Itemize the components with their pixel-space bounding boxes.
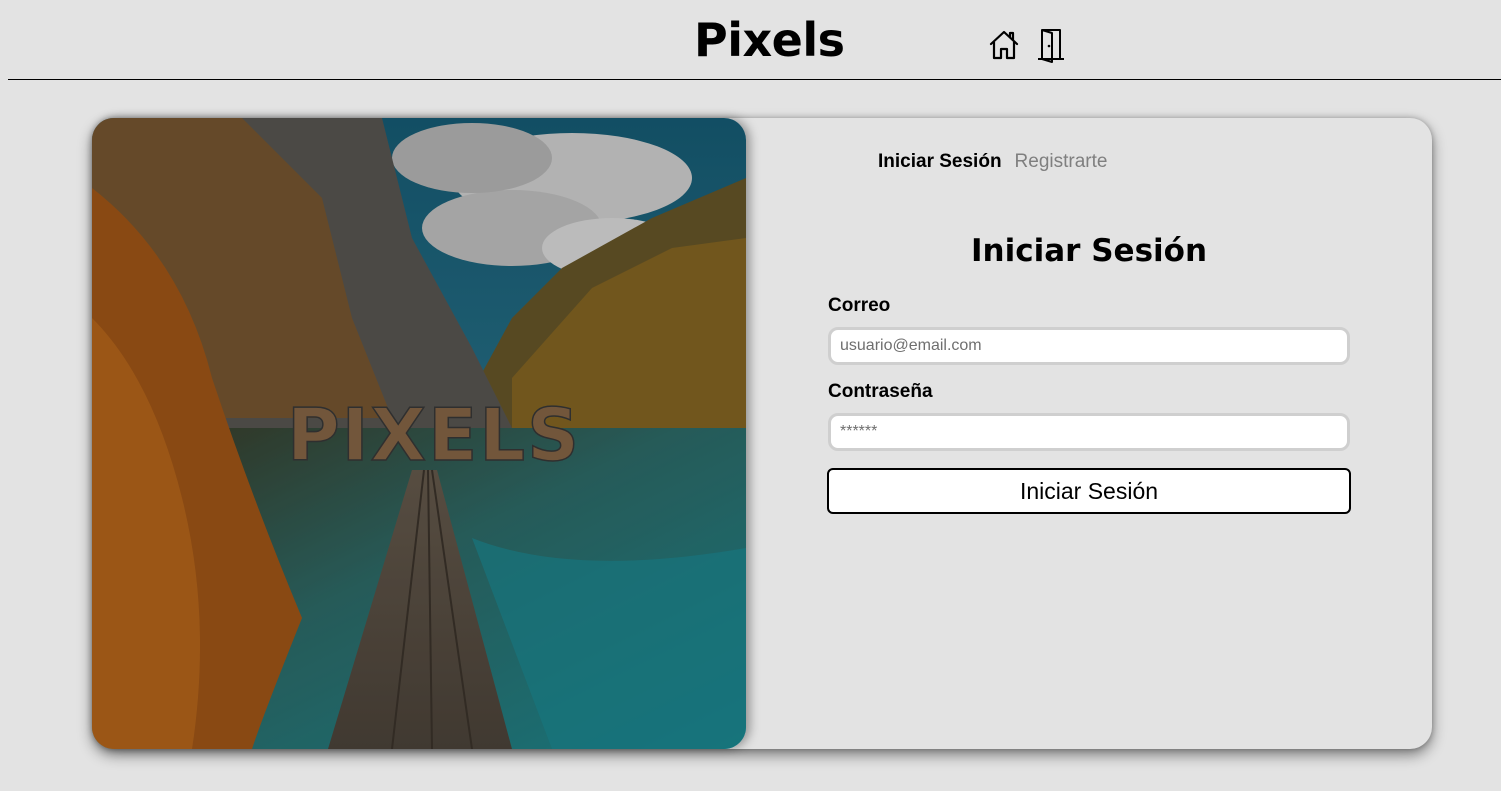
email-label: Correo <box>828 295 891 316</box>
auth-tabs: Iniciar Sesión Registrarte <box>878 150 1107 174</box>
email-field[interactable] <box>828 327 1350 365</box>
password-field[interactable] <box>828 413 1350 451</box>
form-title: Iniciar Sesión <box>970 233 1208 269</box>
door-exit-icon <box>1038 29 1064 63</box>
landscape-illustration: PIXELS <box>92 118 746 749</box>
home-button[interactable] <box>987 26 1021 64</box>
logout-button[interactable] <box>1034 26 1068 64</box>
brand-title: Pixels <box>694 13 845 67</box>
tab-register[interactable]: Registrarte <box>1015 150 1108 174</box>
tab-login[interactable]: Iniciar Sesión <box>878 150 1002 174</box>
hero-image: PIXELS <box>92 118 746 749</box>
header-divider <box>8 79 1501 80</box>
password-label: Contraseña <box>828 381 933 402</box>
home-icon <box>989 30 1019 60</box>
login-submit-button[interactable]: Iniciar Sesión <box>827 468 1351 514</box>
top-header: Pixels <box>0 0 1501 80</box>
